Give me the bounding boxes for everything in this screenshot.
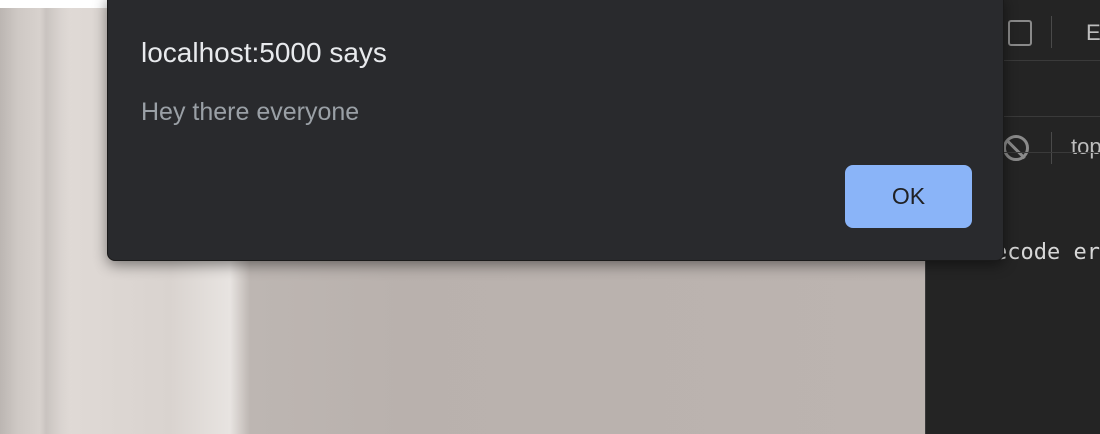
dialog-message: Hey there everyone [141,98,360,126]
alert-dialog: localhost:5000 says Hey there everyone O… [107,0,1004,261]
devtools-tab-elements[interactable]: E [1086,20,1100,46]
dialog-title: localhost:5000 says [141,37,387,68]
device-toggle-icon[interactable] [1008,20,1032,46]
console-message: ecode er [994,240,1100,265]
ok-button[interactable]: OK [845,165,972,228]
toolbar-divider [1051,16,1052,48]
